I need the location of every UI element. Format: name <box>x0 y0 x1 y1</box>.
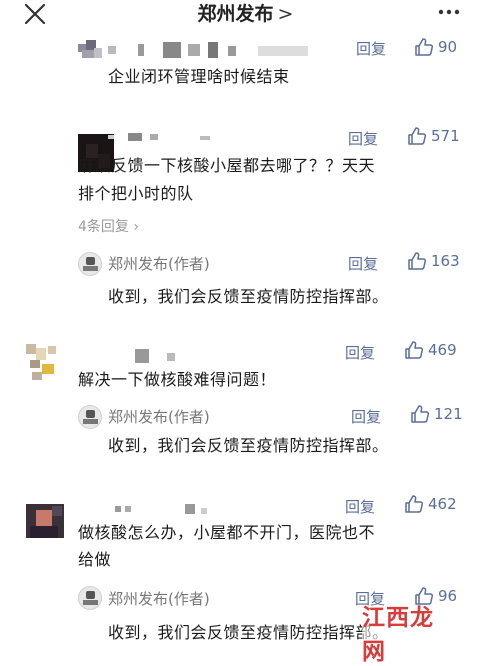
comment-line: 做核酸怎么办，小屋都不开门，医院也不 <box>78 523 376 542</box>
like-count: 462 <box>428 495 457 513</box>
nav-title[interactable]: 郑州发布 > <box>0 1 491 27</box>
chevron-right-icon: › <box>128 219 139 235</box>
chevron-right-icon: > <box>277 3 294 25</box>
like-button[interactable]: 462 <box>404 494 457 514</box>
reply-button[interactable]: 回复 <box>345 342 375 363</box>
view-replies-link[interactable]: 4条回复 › <box>78 216 139 236</box>
comment-text: 做核酸怎么办，小屋都不开门，医院也不 给做 <box>78 520 375 573</box>
thumbs-up-icon <box>405 495 424 513</box>
more-icon[interactable] <box>437 4 461 20</box>
like-count: 90 <box>438 38 458 56</box>
author-reply-text: 收到，我们会反馈至疫情防控指挥部。 <box>108 623 389 642</box>
nav-title-text: 郑州发布 <box>197 3 274 25</box>
reply-button[interactable]: 回复 <box>345 496 375 517</box>
watermark: 江西龙网 <box>362 604 454 665</box>
username-redacted <box>108 42 328 58</box>
author-name: 郑州发布(作者) <box>108 255 210 273</box>
comment-line: 企业闭环管理啥时候结束 <box>108 67 290 86</box>
author-name: 郑州发布(作者) <box>108 408 210 426</box>
author-reply-text: 收到，我们会反馈至疫情防控指挥部。 <box>108 436 389 455</box>
like-button[interactable]: 163 <box>407 251 460 271</box>
author-avatar[interactable] <box>78 405 102 429</box>
thumbs-up-icon <box>415 38 434 56</box>
reply-button[interactable]: 回复 <box>351 406 381 427</box>
thumbs-up-icon <box>411 405 430 423</box>
avatar[interactable] <box>26 504 64 538</box>
comment-line: 给做 <box>78 550 112 569</box>
thumbs-up-icon <box>408 252 427 270</box>
replies-count: 4条回复 <box>78 219 129 235</box>
comment-text: 解决一下做核酸难得问题！ <box>78 367 276 393</box>
comment-text: 麻烦反馈一下核酸小屋都去哪了？？天天 排个把小时的队 <box>78 153 375 207</box>
reply-button[interactable]: 回复 <box>348 128 378 149</box>
like-count: 163 <box>431 252 460 270</box>
author-avatar[interactable] <box>78 586 102 610</box>
author-avatar[interactable] <box>78 252 102 276</box>
like-button[interactable]: 121 <box>410 404 463 424</box>
top-bar: 郑州发布 > <box>0 0 491 40</box>
thumbs-up-icon <box>408 127 427 145</box>
thumbs-up-icon <box>405 341 424 359</box>
username-redacted <box>108 130 228 144</box>
like-count: 121 <box>434 405 463 423</box>
username-redacted <box>135 345 195 363</box>
like-count: 469 <box>428 341 457 359</box>
comment-line: 排个把小时的队 <box>78 184 194 203</box>
comment-text: 企业闭环管理啥时候结束 <box>108 64 290 90</box>
author-name: 郑州发布(作者) <box>108 590 210 608</box>
like-button[interactable]: 469 <box>404 340 457 360</box>
like-count: 571 <box>431 127 460 145</box>
comment-line: 解决一下做核酸难得问题！ <box>78 370 277 389</box>
username-redacted <box>115 502 215 516</box>
comment-line: 麻烦反馈一下核酸小屋都去哪了？？天天 <box>78 156 376 175</box>
avatar <box>78 40 104 62</box>
like-button[interactable]: 571 <box>407 126 460 146</box>
reply-button[interactable]: 回复 <box>356 38 386 59</box>
reply-button[interactable]: 回复 <box>348 253 378 274</box>
author-reply-text: 收到，我们会反馈至疫情防控指挥部。 <box>108 287 389 306</box>
like-button[interactable]: 90 <box>414 37 457 57</box>
avatar[interactable] <box>26 344 62 380</box>
